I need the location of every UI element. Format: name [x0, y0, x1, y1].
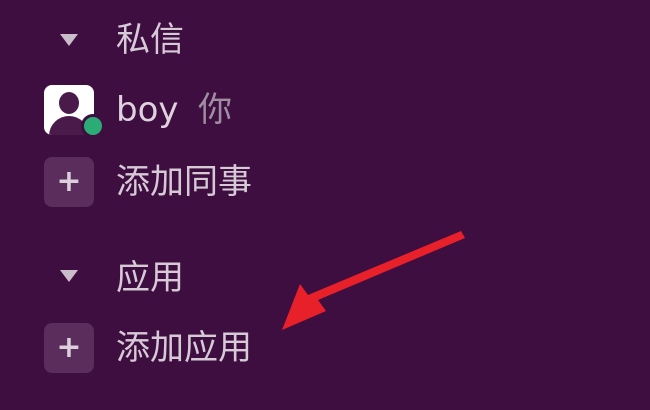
annotation-arrow-icon: [282, 231, 465, 330]
